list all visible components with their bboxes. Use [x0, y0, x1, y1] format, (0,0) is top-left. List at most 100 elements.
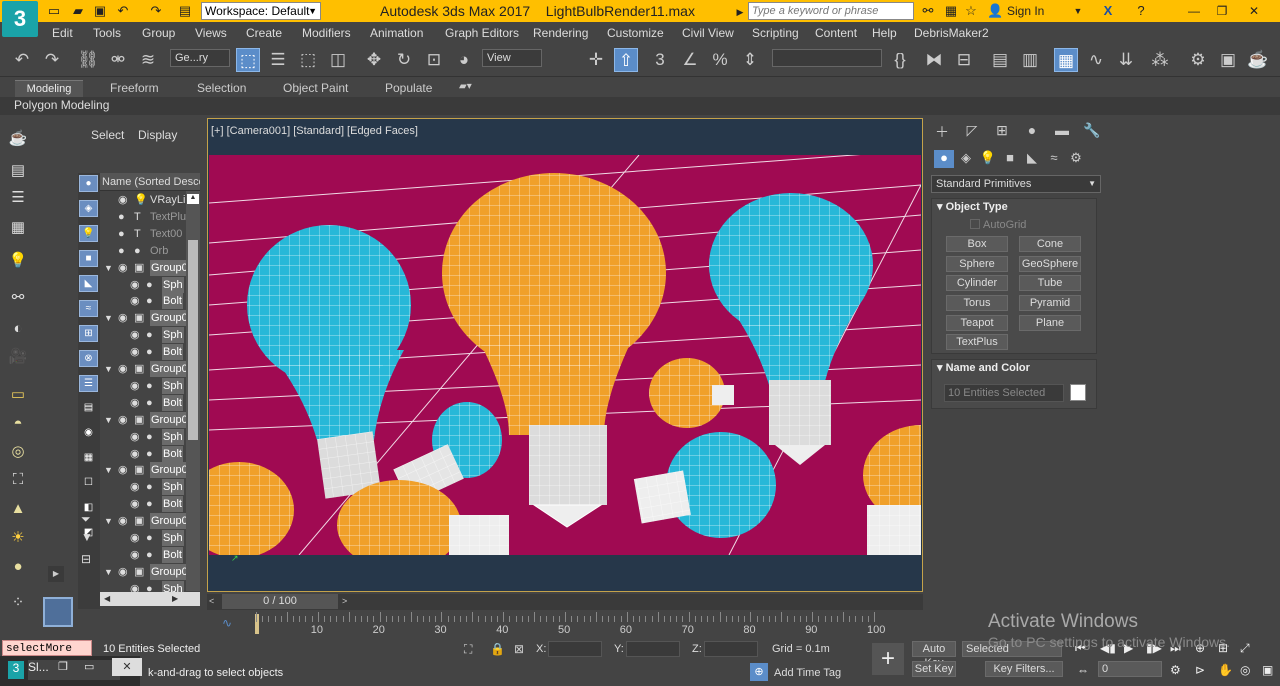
visibility-eye-icon[interactable]: ◉: [130, 479, 140, 495]
expand-toggle-icon[interactable]: ▼: [104, 361, 113, 377]
key-mode-toggle-icon[interactable]: ⇔: [1077, 663, 1089, 677]
menu-scripting[interactable]: Scripting: [752, 26, 799, 40]
visibility-eye-icon[interactable]: ◉: [130, 496, 140, 512]
z-coordinate-field[interactable]: [704, 641, 758, 657]
schematic-view-icon[interactable]: ⇊: [1114, 48, 1138, 72]
explorer-row[interactable]: ▼ ◉ ▣ Group0: [100, 462, 190, 479]
visibility-eye-icon[interactable]: ●: [118, 209, 125, 225]
search-input[interactable]: Type a keyword or phrase: [748, 2, 914, 20]
visibility-eye-icon[interactable]: ◉: [130, 547, 140, 563]
visibility-eye-icon[interactable]: ◉: [118, 412, 128, 428]
visibility-eye-icon[interactable]: ◉: [130, 395, 140, 411]
scroll-thumb[interactable]: [188, 240, 198, 440]
link-icon[interactable]: ⛓: [76, 48, 100, 72]
lights-icon[interactable]: 💡: [978, 150, 998, 168]
redo-icon[interactable]: ↷: [148, 3, 164, 19]
explorer-row[interactable]: ◉ ● Bolt: [100, 394, 190, 411]
bulb-orange-right-edge[interactable]: [863, 425, 921, 555]
tab-populate[interactable]: Populate: [385, 81, 432, 95]
exchange-apps-icon[interactable]: X: [1100, 3, 1116, 19]
selection-filter-dropdown[interactable]: Ge...ry: [170, 49, 230, 67]
rectangular-selection-icon[interactable]: ⬚: [296, 48, 320, 72]
explorer-row[interactable]: ◉ ● Bolt: [100, 293, 190, 310]
curve-editor-icon[interactable]: ∿: [1084, 48, 1108, 72]
torus-button[interactable]: Torus: [946, 295, 1008, 311]
undo-icon[interactable]: ↶: [10, 48, 34, 72]
hide-icon[interactable]: ◐: [7, 318, 29, 340]
scroll-right-icon[interactable]: ▶: [172, 595, 180, 603]
space-warps-icon[interactable]: ≈: [1044, 150, 1064, 168]
field-of-view-icon[interactable]: ⊳: [1195, 663, 1205, 677]
visibility-eye-icon[interactable]: ◉: [130, 530, 140, 546]
select-manipulate-icon[interactable]: ⇧: [614, 48, 638, 72]
visibility-eye-icon[interactable]: ◉: [130, 446, 140, 462]
set-key-button[interactable]: Set Key: [912, 661, 956, 677]
visibility-eye-icon[interactable]: ●: [118, 243, 125, 259]
explorer-row[interactable]: ▼ ◉ ▣ Group0: [100, 513, 190, 530]
spinner-snap-icon[interactable]: ⇕: [738, 48, 762, 72]
star-icon[interactable]: ☆: [963, 3, 979, 19]
tab-select[interactable]: Select: [91, 128, 124, 142]
time-configuration-icon[interactable]: ⚙: [1170, 663, 1181, 677]
teapot-icon[interactable]: ☕: [7, 128, 29, 150]
bulb-orange-bottom-center[interactable]: [337, 480, 509, 555]
expand-toggle-icon[interactable]: ▼: [104, 260, 113, 276]
expand-toggle-icon[interactable]: ▼: [104, 412, 113, 428]
menu-customize[interactable]: Customize: [607, 26, 664, 40]
mirror-icon[interactable]: ⧓: [922, 48, 946, 72]
tab-freeform[interactable]: Freeform: [110, 81, 159, 95]
next-frame-icon[interactable]: >: [342, 596, 347, 606]
restore-icon[interactable]: ❐: [58, 660, 68, 673]
hidden-filter-icon[interactable]: ☐: [79, 475, 98, 492]
subscription-icon[interactable]: ▦: [943, 3, 959, 19]
expand-toggle-icon[interactable]: ▼: [104, 564, 113, 580]
polygon-modeling-panel[interactable]: Polygon Modeling: [14, 98, 109, 112]
bulb-cyan-left[interactable]: [247, 225, 411, 499]
helpers-icon[interactable]: ◣: [1022, 150, 1042, 168]
pyramid-button[interactable]: Pyramid: [1019, 295, 1081, 311]
viewport-render[interactable]: [209, 155, 921, 555]
name-color-header[interactable]: ▾ Name and Color: [933, 360, 1095, 376]
object-color-swatch[interactable]: [1070, 384, 1086, 401]
rendered-frame-window-icon[interactable]: ▣: [1216, 48, 1240, 72]
app-taskbar-icon[interactable]: 3: [8, 661, 24, 679]
bulb-cyan-right[interactable]: [709, 193, 873, 465]
orbit-icon[interactable]: ◎: [1240, 663, 1250, 677]
redo-icon[interactable]: ↷: [40, 48, 64, 72]
groups-filter-icon[interactable]: ⊗: [79, 350, 98, 367]
explorer-row[interactable]: ◉ ● Sph: [100, 479, 190, 496]
set-key-plus-icon[interactable]: +: [872, 643, 904, 675]
time-tag-icon[interactable]: ⊕: [750, 663, 768, 681]
minimize-icon[interactable]: ▭: [84, 660, 94, 673]
scroll-left-icon[interactable]: ◀: [104, 595, 112, 603]
particles-icon[interactable]: ⁘: [7, 592, 29, 614]
bones-filter-icon[interactable]: ▤: [79, 400, 98, 417]
sphere-button[interactable]: Sphere: [946, 256, 1008, 272]
close-button[interactable]: ✕: [1240, 2, 1268, 20]
absolute-mode-icon[interactable]: ⊠: [514, 642, 524, 656]
help-icon[interactable]: ?: [1133, 3, 1149, 19]
menu-modifiers[interactable]: Modifiers: [302, 26, 351, 40]
layer-icon[interactable]: ▤: [7, 160, 29, 182]
torus-icon[interactable]: ◎: [7, 441, 29, 463]
cone-button[interactable]: Cone: [1019, 236, 1081, 252]
explorer-row[interactable]: ▼ ◉ ▣ Group0: [100, 361, 190, 377]
teapot-button[interactable]: Teapot: [946, 315, 1008, 331]
create-tab-icon[interactable]: ＋: [931, 122, 953, 140]
binoculars-icon[interactable]: ⚯: [920, 3, 936, 19]
sphere-icon[interactable]: ●: [7, 556, 29, 578]
visibility-eye-icon[interactable]: ●: [118, 226, 125, 242]
menu-civil-view[interactable]: Civil View: [682, 26, 734, 40]
geometry-icon[interactable]: ●: [934, 150, 954, 168]
explorer-row[interactable]: ● ● Orb: [100, 243, 190, 259]
current-frame-field[interactable]: 0: [1098, 661, 1162, 677]
explorer-row[interactable]: ▼ ◉ ▣ Group0: [100, 563, 190, 580]
space-warps-filter-icon[interactable]: ⊞: [79, 325, 98, 342]
tube-button[interactable]: Tube: [1019, 275, 1081, 291]
place-icon[interactable]: ◕: [452, 48, 476, 72]
viewport-label[interactable]: [+] [Camera001] [Standard] [Edged Faces]: [211, 125, 418, 137]
select-by-name-icon[interactable]: ☰: [266, 48, 290, 72]
menu-animation[interactable]: Animation: [370, 26, 423, 40]
maxscript-mini-listener[interactable]: selectMore $:: [2, 640, 92, 671]
app-logo[interactable]: 3: [2, 1, 38, 37]
